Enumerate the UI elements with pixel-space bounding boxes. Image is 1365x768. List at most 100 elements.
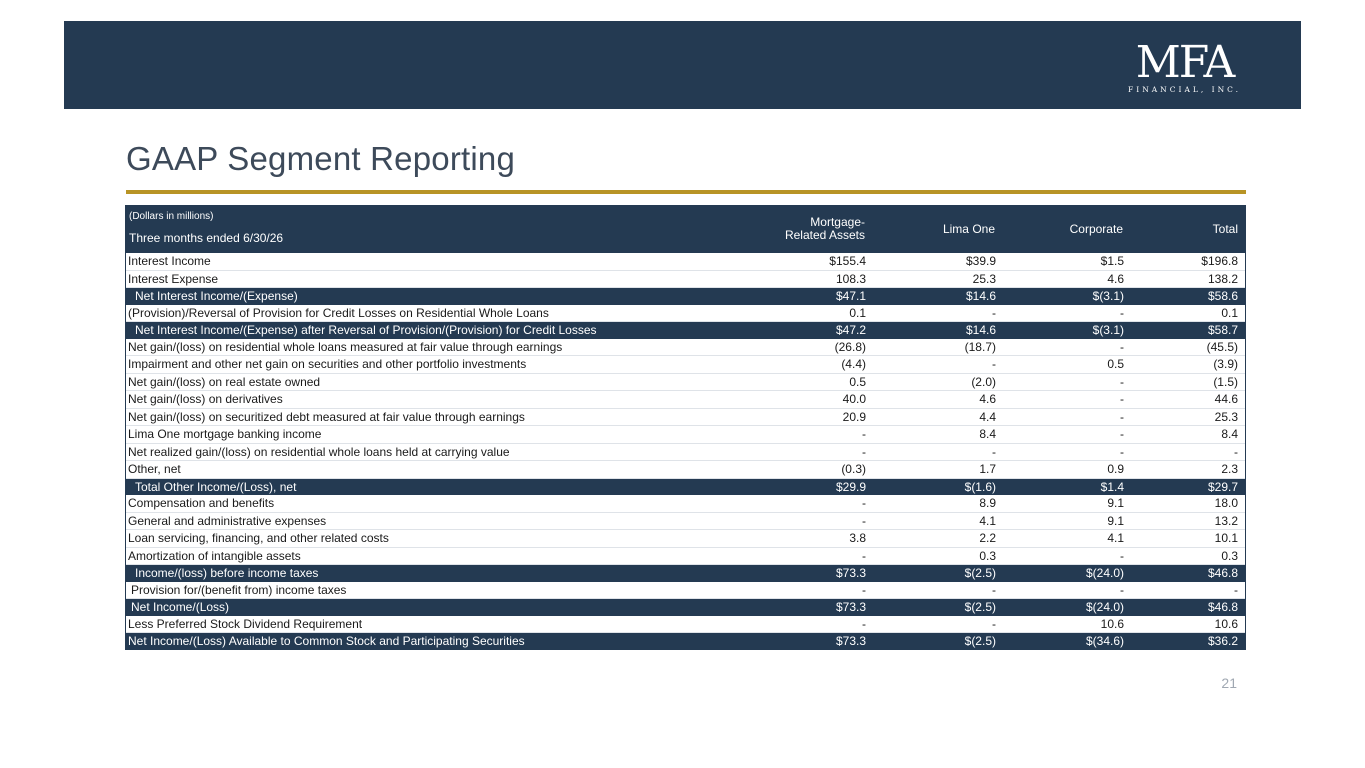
cell-total: 18.0 [1127, 495, 1246, 513]
row-label: Net Income/(Loss) [131, 600, 230, 615]
cell-mortgage: $29.9 [835, 479, 866, 494]
row-label: Amortization of intangible assets [125, 547, 737, 565]
page-title: GAAP Segment Reporting [126, 140, 516, 177]
title-rule [126, 190, 1246, 194]
table-row: Provision for/(benefit from) income taxe… [125, 581, 1246, 599]
table-row: Net gain/(loss) on securitized debt meas… [125, 408, 1246, 426]
row-label: Net gain/(loss) on real estate owned [125, 373, 737, 391]
col-header-total: Total [1212, 221, 1238, 236]
cell-lima-one: $(2.5) [964, 600, 996, 615]
cell-total: 2.3 [1127, 460, 1246, 479]
cell-mortgage: - [737, 425, 869, 444]
row-label: Less Preferred Stock Dividend Requiremen… [125, 615, 737, 633]
cell-mortgage: 0.1 [737, 304, 869, 322]
cell-corporate: - [999, 425, 1127, 444]
subtotal-row: Total Other Income/(Loss), net $29.9 $(1.6… [125, 478, 1246, 495]
table-row: Interest Income $155.4 $39.9 $1.5 $196.8 [125, 253, 1246, 271]
table-row: Amortization of intangible assets -0.3-0.… [125, 547, 1246, 565]
cell-corporate: 10.6 [999, 615, 1127, 633]
cell-mortgage: (0.3) [737, 460, 869, 479]
cell-corporate: 4.6 [999, 270, 1127, 288]
row-label: Net Interest Income/(Expense) [135, 289, 298, 304]
row-label: Net gain/(loss) on securitized debt meas… [125, 408, 737, 426]
cell-lima-one: - [869, 581, 999, 599]
subtotal-row: Net Interest Income/(Expense) after Reve… [125, 321, 1246, 339]
row-label: Other, net [125, 460, 737, 479]
cell-corporate: - [999, 581, 1127, 599]
cell-corporate: 0.5 [999, 355, 1127, 374]
table-row: (Provision)/Reversal of Provision for Cr… [125, 304, 1246, 322]
cell-lima-one: 4.1 [869, 512, 999, 530]
row-label: Net Income/(Loss) Available to Common St… [128, 634, 525, 649]
table-row: Impairment and other net gain on securit… [125, 355, 1246, 374]
row-label: Net gain/(loss) on residential whole loa… [125, 338, 737, 356]
subtotal-row: Net Income/(Loss) Available to Common St… [125, 632, 1246, 650]
cell-total: 0.3 [1127, 547, 1246, 565]
cell-mortgage: $73.3 [835, 600, 866, 615]
row-label: Loan servicing, financing, and other rel… [125, 529, 737, 548]
cell-lima-one: $(2.5) [964, 634, 996, 649]
cell-corporate: 0.9 [999, 460, 1127, 479]
cell-total: 8.4 [1127, 425, 1246, 444]
cell-corporate: $1.5 [999, 253, 1127, 271]
table-row: Loan servicing, financing, and other rel… [125, 529, 1246, 548]
table-row: Net realized gain/(loss) on residential … [125, 443, 1246, 461]
cell-corporate: - [999, 547, 1127, 565]
cell-total: 44.6 [1127, 390, 1246, 409]
cell-total: $46.8 [1207, 566, 1238, 581]
cell-mortgage: $73.3 [835, 566, 866, 581]
period-label: Three months ended 6/30/26 [129, 231, 284, 245]
logo-subtitle: FINANCIAL, INC. [1128, 85, 1241, 94]
cell-lima-one: $39.9 [869, 253, 999, 271]
cell-lima-one: 8.4 [869, 425, 999, 444]
cell-lima-one: 8.9 [869, 495, 999, 513]
cell-corporate: 9.1 [999, 512, 1127, 530]
row-label: General and administrative expenses [125, 512, 737, 530]
col-header-corporate: Corporate [1069, 221, 1123, 236]
cell-total: (3.9) [1127, 355, 1246, 374]
cell-corporate: $(34.6) [1085, 634, 1124, 649]
col-header-mortgage-line: Related Assets [784, 228, 865, 242]
cell-corporate: - [999, 338, 1127, 356]
cell-total: $36.2 [1207, 634, 1238, 649]
cell-lima-one: 4.6 [869, 390, 999, 409]
table-row: General and administrative expenses -4.1 9… [125, 512, 1246, 530]
cell-lima-one: - [869, 615, 999, 633]
cell-total: 10.6 [1127, 615, 1246, 633]
header-label-cell: (Dollars in millions) Three months ended… [125, 205, 737, 253]
cell-lima-one: - [869, 355, 999, 374]
cell-corporate: $(24.0) [1085, 566, 1124, 581]
cell-mortgage: - [737, 615, 869, 633]
header-band: MFA FINANCIAL, INC. [64, 21, 1301, 109]
cell-lima-one: 2.2 [869, 529, 999, 548]
table-row: Net gain/(loss) on derivatives 40.0 4.6-44… [125, 390, 1246, 409]
row-label: Net Interest Income/(Expense) after Reve… [135, 323, 597, 338]
cell-total: 10.1 [1127, 529, 1246, 548]
cell-mortgage: - [737, 495, 869, 513]
cell-total: 25.3 [1127, 408, 1246, 426]
cell-mortgage: (4.4) [737, 355, 869, 374]
units-note: (Dollars in millions) [129, 211, 214, 222]
cell-corporate: - [999, 373, 1127, 391]
cell-lima-one: (2.0) [869, 373, 999, 391]
cell-mortgage: 20.9 [737, 408, 869, 426]
cell-corporate: - [999, 443, 1127, 461]
cell-mortgage: $47.1 [835, 289, 866, 304]
cell-mortgage: - [737, 512, 869, 530]
cell-mortgage: - [737, 443, 869, 461]
cell-mortgage: - [737, 581, 869, 599]
cell-corporate: $(3.1) [1092, 289, 1124, 304]
row-label: Lima One mortgage banking income [125, 425, 737, 444]
cell-lima-one: $14.6 [965, 323, 996, 338]
table-header-row: (Dollars in millions) Three months ended… [125, 205, 1246, 253]
row-label: Provision for/(benefit from) income taxe… [125, 581, 737, 599]
cell-mortgage: 108.3 [737, 270, 869, 288]
page-number: 21 [1221, 675, 1237, 691]
cell-total: $58.7 [1207, 323, 1238, 338]
cell-corporate: - [999, 408, 1127, 426]
cell-total: 138.2 [1127, 270, 1246, 288]
row-label: Compensation and benefits [125, 495, 737, 513]
cell-lima-one: $(1.6) [964, 479, 996, 494]
cell-lima-one: 1.7 [869, 460, 999, 479]
row-label: Income/(loss) before income taxes [135, 566, 319, 581]
